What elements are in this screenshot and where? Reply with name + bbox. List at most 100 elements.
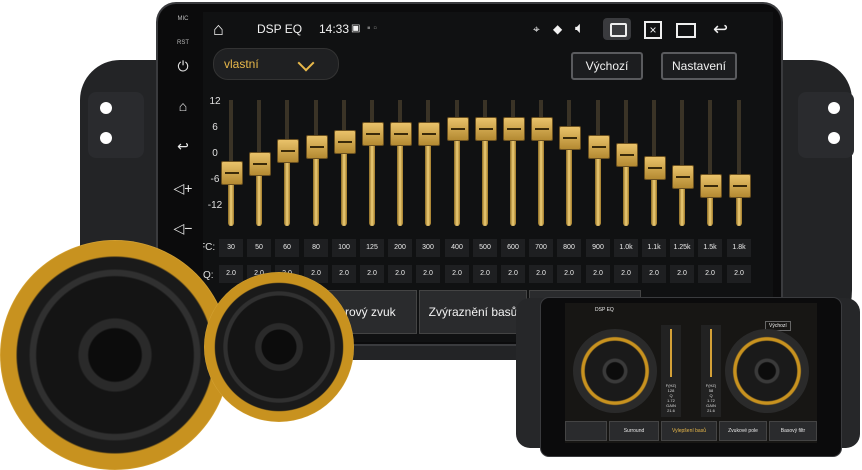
fc-value[interactable]: 700 <box>529 239 553 257</box>
fc-value[interactable]: 100 <box>332 239 356 257</box>
slider-knob[interactable] <box>700 174 722 198</box>
slider-knob[interactable] <box>306 135 328 159</box>
eq-slider[interactable] <box>304 100 328 226</box>
eq-slider[interactable] <box>416 100 440 226</box>
second-tab-icon[interactable] <box>565 421 607 441</box>
home-icon[interactable]: ⌂ <box>213 12 224 46</box>
eq-slider[interactable] <box>727 100 751 226</box>
q-value[interactable]: 2.0 <box>670 265 694 283</box>
slider-knob[interactable] <box>672 165 694 189</box>
left-bracket <box>88 92 144 158</box>
power-icon[interactable]: ⏻ <box>165 58 201 75</box>
speaker-icon[interactable]: 🔈︎ <box>575 12 585 46</box>
fc-value[interactable]: 1.5k <box>698 239 722 257</box>
slider-fill <box>369 132 375 226</box>
eq-slider[interactable] <box>473 100 497 226</box>
fc-value[interactable]: 50 <box>247 239 271 257</box>
home-icon[interactable]: ⌂ <box>165 98 201 114</box>
fc-value[interactable]: 300 <box>416 239 440 257</box>
fc-value[interactable]: 30 <box>219 239 243 257</box>
second-tab-bass-filter[interactable]: Basový filtr <box>769 421 817 441</box>
default-button[interactable]: Výchozí <box>571 52 643 80</box>
q-value[interactable]: 2.0 <box>642 265 666 283</box>
slider-knob[interactable] <box>475 117 497 141</box>
fc-value[interactable]: 1.8k <box>727 239 751 257</box>
eq-slider[interactable] <box>614 100 638 226</box>
volume-up-icon[interactable]: ◁+ <box>165 180 201 197</box>
preset-dropdown[interactable]: vlastní <box>213 48 339 80</box>
q-value[interactable]: 2.0 <box>557 265 581 283</box>
eq-slider[interactable] <box>247 100 271 226</box>
second-device-screen: DSP EQ Výchozí F(HZ) 128 Q 1.72 GAIN 21.6 F(H… <box>565 303 817 443</box>
location-icon: ⌖ <box>533 22 540 36</box>
eq-slider[interactable] <box>557 100 581 226</box>
fc-value[interactable]: 80 <box>304 239 328 257</box>
second-tab-bass[interactable]: Vylepšení basů <box>661 421 717 441</box>
eq-slider[interactable] <box>219 100 243 226</box>
slider-knob[interactable] <box>362 122 384 146</box>
fc-value[interactable]: 1.0k <box>614 239 638 257</box>
fc-value[interactable]: 400 <box>445 239 469 257</box>
settings-button[interactable]: Nastavení <box>661 52 737 80</box>
fc-value[interactable]: 900 <box>586 239 610 257</box>
volume-down-icon[interactable]: ◁− <box>165 220 201 237</box>
q-value[interactable]: 2.0 <box>614 265 638 283</box>
screenshot-button[interactable] <box>603 18 631 40</box>
slider-knob[interactable] <box>334 130 356 154</box>
fc-value[interactable]: 500 <box>473 239 497 257</box>
left-filter-panel: F(HZ) 128 Q 1.72 GAIN 21.6 <box>661 325 681 417</box>
q-value[interactable]: 2.0 <box>219 265 243 283</box>
q-value[interactable]: 2.0 <box>332 265 356 283</box>
q-value[interactable]: 2.0 <box>727 265 751 283</box>
eq-slider[interactable] <box>586 100 610 226</box>
eq-slider[interactable] <box>698 100 722 226</box>
q-value[interactable]: 2.0 <box>698 265 722 283</box>
q-value[interactable]: 2.0 <box>360 265 384 283</box>
eq-slider[interactable] <box>670 100 694 226</box>
eq-slider[interactable] <box>642 100 666 226</box>
slider-knob[interactable] <box>531 117 553 141</box>
back-icon[interactable]: ↩ <box>713 12 728 46</box>
slider-knob[interactable] <box>277 139 299 163</box>
fc-value[interactable]: 125 <box>360 239 384 257</box>
fc-value[interactable]: 1.25k <box>670 239 694 257</box>
recent-apps-button[interactable] <box>671 18 699 40</box>
fc-value[interactable]: 60 <box>275 239 299 257</box>
fc-value[interactable]: 800 <box>557 239 581 257</box>
eq-slider[interactable] <box>529 100 553 226</box>
slider-knob[interactable] <box>616 143 638 167</box>
right-bracket <box>798 92 854 158</box>
slider-knob[interactable] <box>221 161 243 185</box>
slider-knob[interactable] <box>390 122 412 146</box>
slider-knob[interactable] <box>588 135 610 159</box>
q-value[interactable]: 2.0 <box>586 265 610 283</box>
slider-knob[interactable] <box>447 117 469 141</box>
tab-bass-boost[interactable]: Zvýraznění basů <box>419 290 527 334</box>
eq-slider[interactable] <box>275 100 299 226</box>
q-value[interactable]: 2.0 <box>501 265 525 283</box>
slider-knob[interactable] <box>729 174 751 198</box>
q-value[interactable]: 2.0 <box>388 265 412 283</box>
close-app-button[interactable]: × <box>639 18 667 40</box>
q-value[interactable]: 2.0 <box>473 265 497 283</box>
fc-value[interactable]: 600 <box>501 239 525 257</box>
back-icon[interactable]: ↩ <box>165 138 201 155</box>
eq-slider[interactable] <box>388 100 412 226</box>
q-value[interactable]: 2.0 <box>416 265 440 283</box>
fc-value[interactable]: 1.1k <box>642 239 666 257</box>
slider-knob[interactable] <box>559 126 581 150</box>
slider-knob[interactable] <box>418 122 440 146</box>
slider-knob[interactable] <box>249 152 271 176</box>
q-value[interactable]: 2.0 <box>529 265 553 283</box>
fc-value[interactable]: 200 <box>388 239 412 257</box>
eq-slider[interactable] <box>501 100 525 226</box>
second-tab-sound-field[interactable]: Zvukové pole <box>719 421 767 441</box>
usb-icon: ▪ ▫ <box>367 23 377 34</box>
slider-knob[interactable] <box>503 117 525 141</box>
eq-slider[interactable] <box>445 100 469 226</box>
slider-knob[interactable] <box>644 156 666 180</box>
second-tab-surround[interactable]: Surround <box>609 421 659 441</box>
eq-slider[interactable] <box>360 100 384 226</box>
eq-slider[interactable] <box>332 100 356 226</box>
q-value[interactable]: 2.0 <box>445 265 469 283</box>
